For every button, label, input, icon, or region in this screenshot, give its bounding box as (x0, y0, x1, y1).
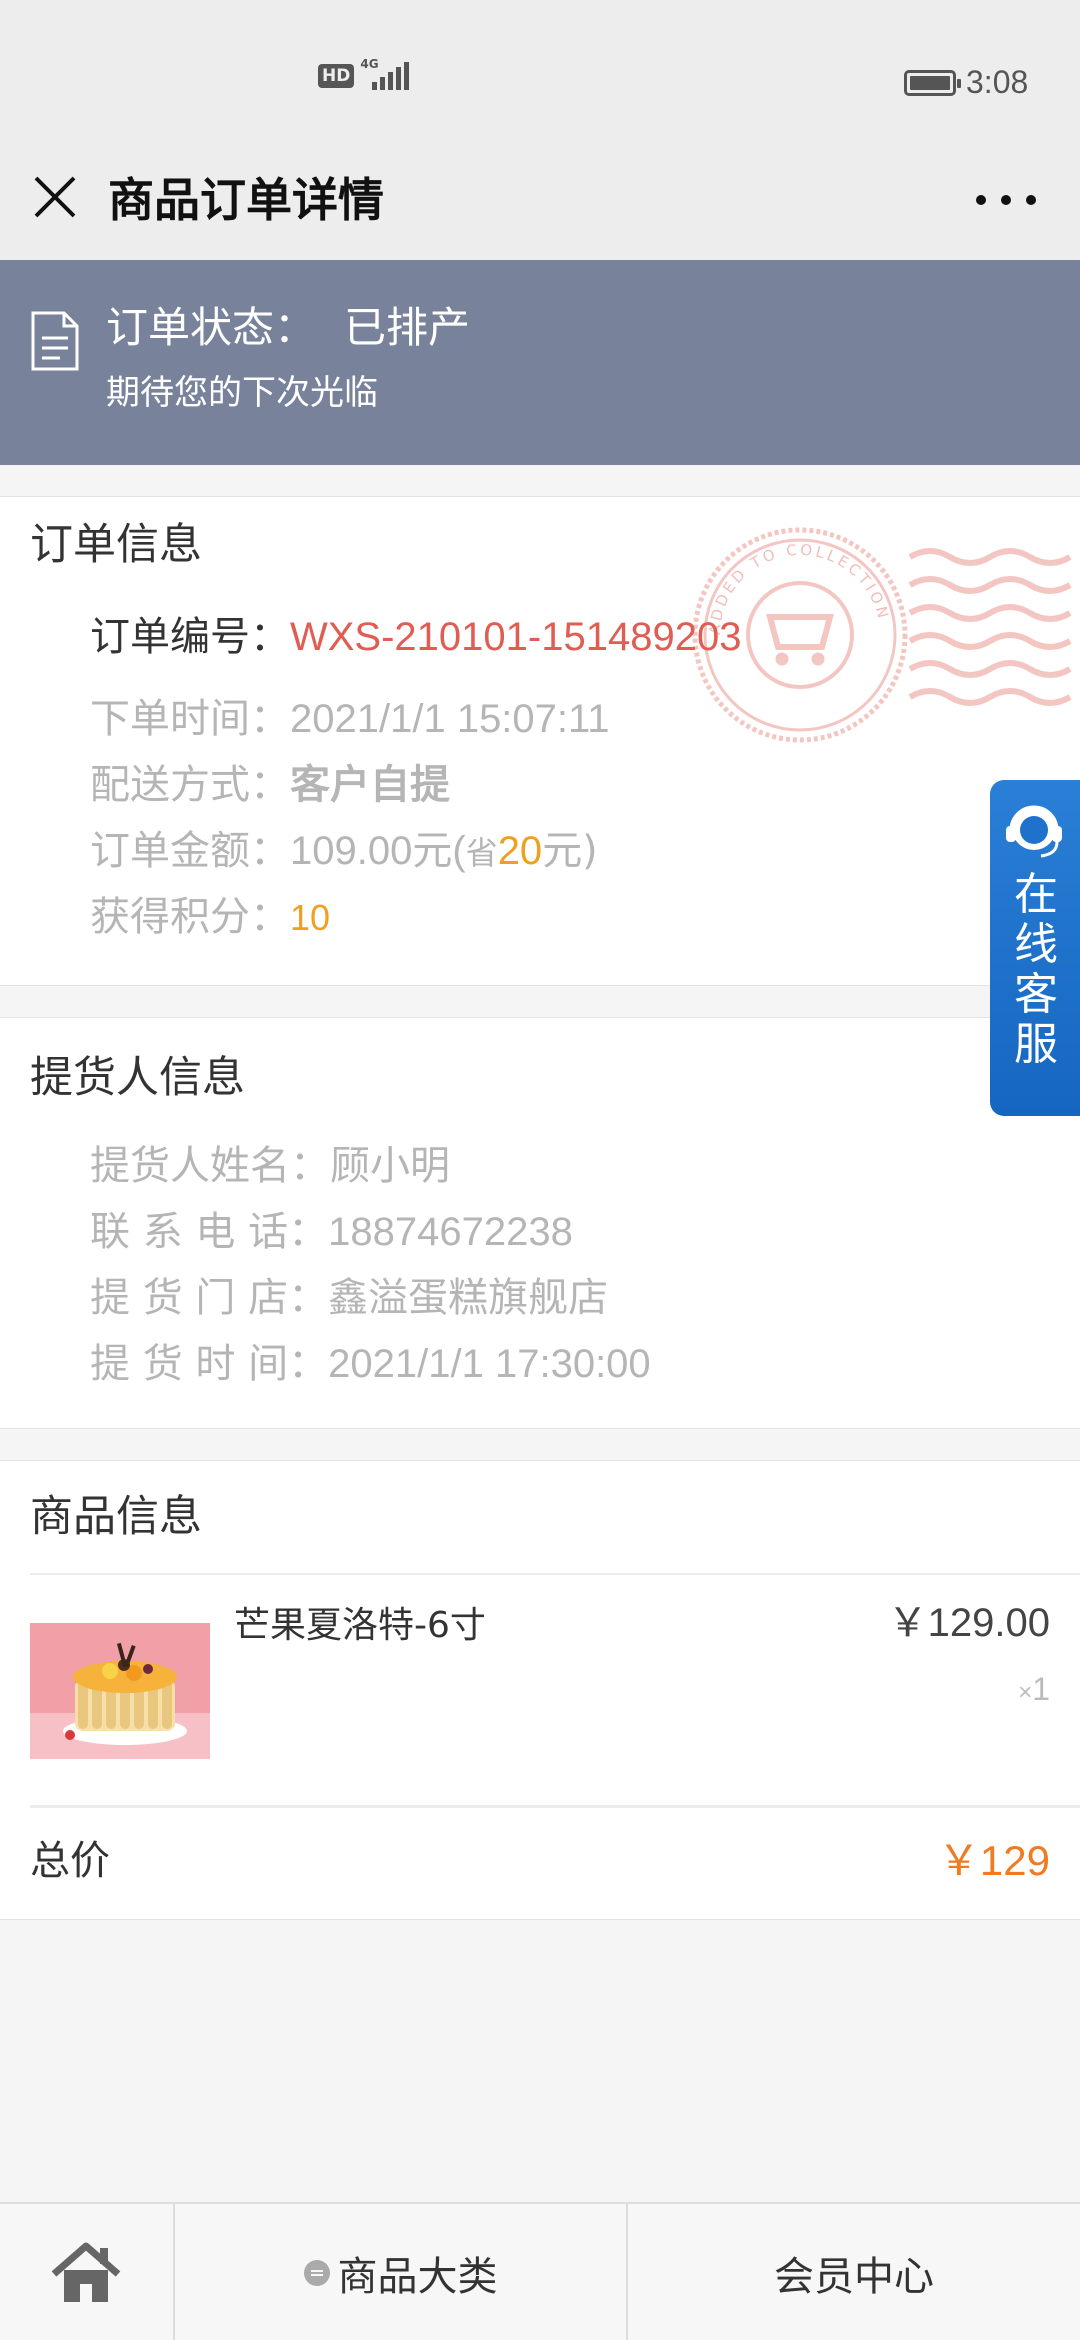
pickup-phone-row: 联 系 电 话：18874672238 (90, 1206, 573, 1258)
points-label: 获得积分： (90, 894, 290, 940)
pickup-info-title: 提货人信息 (30, 1053, 245, 1103)
pickup-name-row: 提货人姓名：顾小明 (90, 1140, 450, 1192)
pickup-time-value: 2021/1/1 17:30:00 (328, 1342, 651, 1386)
battery-icon (904, 69, 961, 96)
goods-info-title: 商品信息 (30, 1492, 202, 1542)
pickup-phone-value: 18874672238 (328, 1210, 573, 1254)
product-price: ￥129.00 (887, 1601, 1050, 1645)
pickup-info-card: 提货人信息 提货人姓名：顾小明 联 系 电 话：18874672238 提 货 … (0, 1017, 1080, 1429)
order-number-label: 订单编号： (90, 614, 290, 660)
order-status-value: 已排产 (344, 303, 471, 352)
title-bar: 商品订单详情 (0, 150, 1080, 260)
nav-categories[interactable]: 商品大类 (175, 2204, 628, 2340)
bottom-nav: 商品大类 会员中心 (0, 2202, 1080, 2340)
amount-label: 订单金额： (90, 828, 290, 874)
stamp-icon: ADDED TO COLLECTION (692, 527, 1072, 743)
points-row: 获得积分：10 (90, 891, 330, 944)
battery-and-clock: 3:08 (904, 64, 1028, 101)
headset-icon (1006, 805, 1062, 858)
order-number-value: WXS-210101-151489203 (290, 615, 742, 659)
order-info-title: 订单信息 (30, 520, 202, 570)
status-bar: HD 4G 3:08 (0, 0, 1080, 150)
save-suffix: 元) (542, 828, 598, 874)
delivery-value: 客户自提 (290, 762, 450, 808)
quantity-prefix: × (1018, 1679, 1033, 1706)
more-icon[interactable] (976, 180, 1036, 220)
signal-icon: 4G (360, 58, 410, 90)
total-value: ￥129 (937, 1837, 1050, 1884)
delivery-row: 配送方式：客户自提 (90, 759, 450, 811)
divider (30, 1805, 1080, 1808)
points-value: 10 (290, 897, 331, 938)
online-service-button[interactable]: 在 线 客 服 (990, 780, 1080, 1116)
divider (30, 1573, 1080, 1575)
goods-info-card: 商品信息 芒果夏洛特-6寸 ￥129.00 ×1 总价 ￥129 (0, 1460, 1080, 1920)
order-time-value: 2021/1/1 15:07:11 (290, 697, 610, 741)
order-number-row: 订单编号：WXS-210101-151489203 (90, 611, 741, 663)
home-icon (51, 2242, 121, 2302)
nav-home[interactable] (0, 2204, 175, 2340)
product-quantity: ×1 (1018, 1667, 1050, 1715)
nav-member-label: 会员中心 (774, 2254, 934, 2300)
pickup-store-value: 鑫溢蛋糕旗舰店 (328, 1275, 609, 1321)
order-time-row: 下单时间：2021/1/1 15:07:11 (90, 693, 610, 745)
nav-member-center[interactable]: 会员中心 (628, 2204, 1080, 2340)
save-prefix: 省 (465, 834, 498, 872)
order-status-label: 订单状态： (106, 303, 317, 352)
network-label: 4G (360, 57, 379, 71)
order-time-label: 下单时间： (90, 696, 290, 742)
order-info-card: ADDED TO COLLECTION 订单信息 订单编号：WXS-210101… (0, 496, 1080, 986)
pickup-name-label: 提货人姓名： (90, 1143, 330, 1189)
pickup-store-label: 提 货 门 店： (90, 1275, 329, 1321)
pickup-name-value: 顾小明 (330, 1143, 450, 1189)
delivery-label: 配送方式： (90, 762, 290, 808)
page-title: 商品订单详情 (108, 173, 384, 227)
total-label: 总价 (30, 1838, 110, 1884)
close-icon[interactable] (30, 172, 80, 222)
online-service-label: 在 线 客 服 (1014, 869, 1058, 1070)
network-indicator: HD 4G (318, 58, 410, 90)
pickup-store-row: 提 货 门 店：鑫溢蛋糕旗舰店 (90, 1272, 608, 1324)
clock: 3:08 (966, 64, 1029, 100)
pickup-time-row: 提 货 时 间：2021/1/1 17:30:00 (90, 1338, 651, 1390)
product-name[interactable]: 芒果夏洛特-6寸 (234, 1601, 486, 1651)
quantity-value: 1 (1032, 1671, 1050, 1707)
document-icon (31, 311, 79, 371)
status-subtitle: 期待您的下次光临 (106, 373, 378, 413)
pickup-time-label: 提 货 时 间： (90, 1341, 329, 1387)
pickup-phone-label: 联 系 电 话： (90, 1209, 329, 1255)
hd-badge: HD (318, 64, 355, 88)
amount-row: 订单金额：109.00元(省20元) (90, 825, 598, 879)
nav-categories-label: 商品大类 (337, 2254, 498, 2300)
order-status: 订单状态： 已排产 (106, 300, 470, 356)
order-status-banner: 订单状态： 已排产 期待您的下次光临 (0, 260, 1080, 465)
amount-value: 109.00元( (290, 829, 466, 873)
product-image[interactable] (30, 1623, 210, 1759)
save-amount: 20 (497, 829, 543, 873)
menu-icon (303, 2260, 330, 2286)
